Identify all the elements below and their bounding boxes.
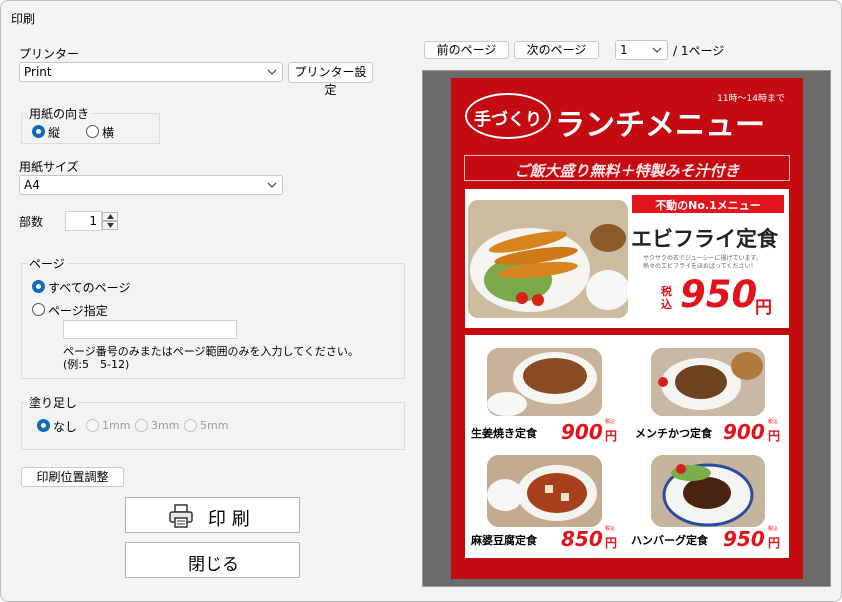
handmade-badge: 手づくり — [465, 93, 551, 139]
close-button-label: 閉じる — [188, 555, 239, 575]
featured-price: 950 — [680, 273, 758, 316]
orientation-portrait-radio[interactable] — [32, 125, 45, 138]
featured-yen: 円 — [755, 298, 772, 318]
orientation-legend: 用紙の向き — [27, 105, 92, 122]
no1-tag: 不動のNo.1メニュー — [632, 195, 784, 213]
paper-size-value: A4 — [24, 178, 40, 192]
orientation-portrait-label: 縦 — [48, 126, 61, 140]
copies-input[interactable]: 1 — [65, 211, 102, 231]
all-pages-label: すべてのページ — [48, 281, 131, 295]
item-price: 900 — [723, 420, 765, 444]
shogayaki-image — [487, 348, 602, 416]
item-tax: 税込 — [768, 526, 779, 532]
menu-grid: 生姜焼き定食 900 円 税込 メンチかつ定食 900 円 税込 麻婆豆腐定食 … — [465, 335, 789, 558]
copies-stepper[interactable] — [102, 212, 118, 230]
item-price: 850 — [561, 527, 603, 551]
featured-card: 不動のNo.1メニュー エビフライ定食 サクサクの衣でジューシーに揚げています。… — [465, 189, 789, 328]
bleed-3mm-label: 3mm — [151, 419, 180, 432]
ebi-fry-plate-image — [468, 200, 628, 318]
bleed-1mm-label: 1mm — [102, 419, 131, 432]
bleed-5mm-label: 5mm — [200, 419, 229, 432]
page-legend: ページ — [27, 255, 67, 272]
item-tax: 税込 — [605, 526, 616, 532]
stepper-down-button[interactable] — [102, 221, 118, 230]
print-button-label: 印 刷 — [208, 509, 250, 530]
specify-pages-radio[interactable] — [32, 303, 45, 316]
copies-label: 部数 — [19, 215, 44, 229]
shogayaki-photo — [487, 348, 602, 416]
paper-size-select[interactable]: A4 — [19, 175, 283, 195]
bleed-5mm-radio[interactable] — [184, 419, 197, 432]
hamburg-steak-image — [651, 455, 765, 527]
printer-value: Print — [24, 65, 52, 79]
bleed-none-radio[interactable] — [37, 419, 50, 432]
printer-settings-button[interactable]: プリンター設定 — [288, 62, 373, 97]
close-button[interactable]: 閉じる — [125, 542, 300, 578]
paper-size-label: 用紙サイズ — [19, 160, 79, 174]
bleed-legend: 塗り足し — [27, 394, 80, 411]
poster-banner-text: ご飯大盛り無料＋特製みそ汁付き — [514, 162, 740, 180]
poster-banner: ご飯大盛り無料＋特製みそ汁付き — [464, 155, 790, 181]
bleed-none-label: なし — [53, 420, 78, 434]
page-number-value: 1 — [620, 43, 628, 57]
item-yen: 円 — [768, 536, 781, 550]
title-bar: 印刷 — [1, 1, 841, 33]
arrow-down-icon — [107, 223, 114, 228]
item-name: 生姜焼き定食 — [471, 427, 537, 440]
featured-desc-line2: 熱々のエビフライをほおばってください！ — [643, 263, 757, 270]
menchikatsu-image — [651, 348, 765, 416]
arrow-up-icon — [107, 214, 114, 219]
chevron-down-icon — [267, 69, 277, 75]
print-button[interactable]: 印 刷 — [125, 497, 300, 533]
prev-page-button[interactable]: 前のページ — [424, 41, 509, 59]
printer-select[interactable]: Print — [19, 62, 283, 82]
printer-icon — [169, 504, 193, 528]
featured-tax: 税込 — [661, 285, 672, 311]
preview-page: 11時～14時まで 手づくり ランチメニュー ご飯大盛り無料＋特製みそ汁付き 不… — [451, 78, 803, 579]
page-range-example: (例:5 5-12) — [63, 358, 130, 371]
item-name: ハンバーグ定食 — [631, 534, 708, 547]
handmade-badge-text: 手づくり — [474, 110, 542, 130]
printer-label: プリンター — [19, 47, 80, 61]
ebi-fry-photo — [468, 200, 628, 318]
orientation-landscape-radio[interactable] — [86, 125, 99, 138]
menchikatsu-photo — [651, 348, 765, 416]
item-name: 麻婆豆腐定食 — [471, 534, 537, 547]
item-price: 900 — [561, 420, 603, 444]
stepper-up-button[interactable] — [102, 212, 118, 221]
item-yen: 円 — [768, 429, 781, 443]
item-yen: 円 — [605, 536, 618, 550]
all-pages-radio[interactable] — [32, 280, 45, 293]
item-tax: 税込 — [605, 419, 616, 425]
next-page-button[interactable]: 次のページ — [514, 41, 599, 59]
bleed-3mm-radio[interactable] — [135, 419, 148, 432]
print-position-button[interactable]: 印刷位置調整 — [21, 467, 124, 487]
featured-name: エビフライ定食 — [631, 227, 778, 251]
no1-tag-text: 不動のNo.1メニュー — [655, 199, 761, 212]
orientation-landscape-label: 横 — [102, 126, 115, 140]
mabo-tofu-image — [487, 455, 602, 527]
specify-pages-label: ページ指定 — [48, 304, 108, 318]
poster-title: ランチメニュー — [555, 108, 765, 143]
copies-value: 1 — [89, 214, 97, 228]
window-title: 印刷 — [11, 12, 36, 26]
hamburg-photo — [651, 455, 765, 527]
page-total: / 1ページ — [673, 44, 725, 58]
item-tax: 税込 — [768, 419, 779, 425]
chevron-down-icon — [267, 182, 277, 188]
page-range-input[interactable] — [63, 320, 237, 339]
print-dialog: 印刷 プリンター Print プリンター設定 用紙の向き 縦 横 用紙サイズ A… — [0, 0, 842, 602]
item-yen: 円 — [605, 429, 618, 443]
chevron-down-icon — [652, 47, 662, 53]
page-number-select[interactable]: 1 — [615, 40, 668, 60]
item-name: メンチかつ定食 — [635, 427, 712, 440]
mabo-photo — [487, 455, 602, 527]
item-price: 950 — [723, 527, 765, 551]
bleed-1mm-radio[interactable] — [86, 419, 99, 432]
